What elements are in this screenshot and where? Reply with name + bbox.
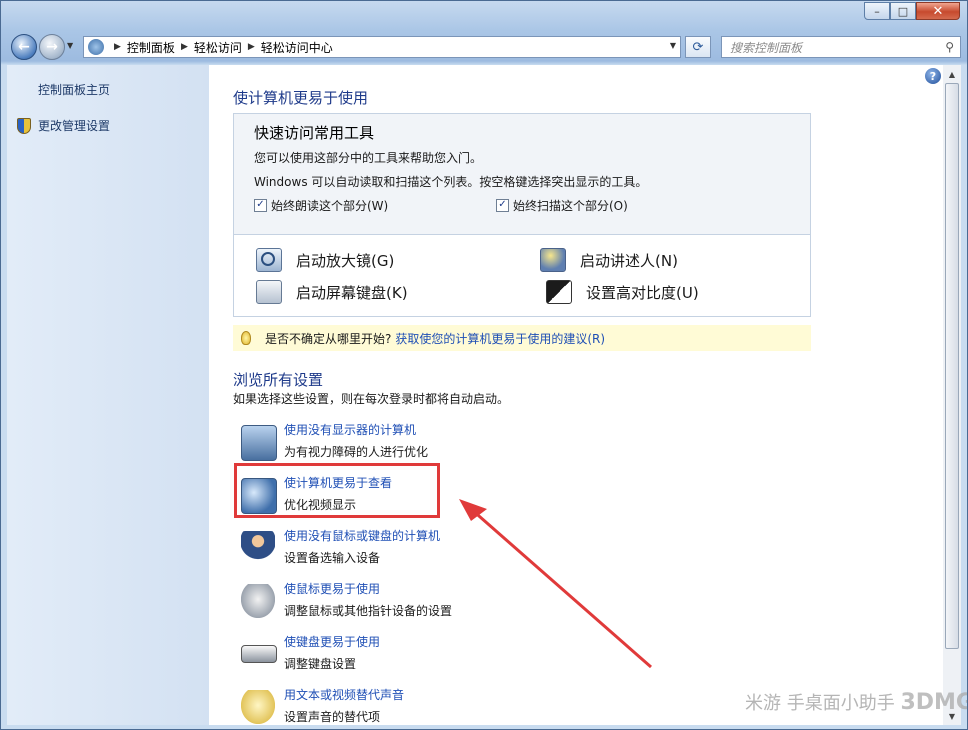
checkbox-label: 始终扫描这个部分(O) <box>513 199 628 213</box>
set-high-contrast-link[interactable]: 设置高对比度(U) <box>546 280 699 304</box>
item-description: 调整鼠标或其他指针设备的设置 <box>284 604 453 618</box>
sidebar: 控制面板主页 更改管理设置 <box>7 65 209 725</box>
search-input[interactable]: 搜索控制面板 ⚲ <box>721 36 961 58</box>
tool-label: 设置高对比度(U) <box>586 283 699 302</box>
use-without-mouse-keyboard-link[interactable]: 使用没有鼠标或键盘的计算机 <box>284 527 440 544</box>
suggestion-tip-bar: 是否不确定从哪里开始? 获取使您的计算机更易于使用的建议(R) <box>233 325 811 351</box>
tool-label: 启动屏幕键盘(K) <box>296 283 408 302</box>
checkbox-checked-icon[interactable]: ✓ <box>496 199 509 212</box>
forward-button[interactable]: → <box>39 34 65 60</box>
monitor-speech-icon[interactable] <box>241 425 277 461</box>
main-content: ? 使计算机更易于使用 快速访问常用工具 您可以使用这部分中的工具来帮助您入门。… <box>209 65 943 725</box>
navigation-bar: ← → ▼ ▶ 控制面板 ▶ 轻松访问 ▶ 轻松访问中心 ▼ ⟳ 搜索控制面板 … <box>7 33 961 61</box>
speech-bubble-icon[interactable] <box>241 690 275 724</box>
shield-icon <box>17 117 31 134</box>
watermark-brand: 3DMGAME <box>900 690 967 715</box>
breadcrumb-ease-of-access-center[interactable]: 轻松访问中心 <box>261 39 333 56</box>
keyboard-icon[interactable] <box>241 645 277 663</box>
page-title: 使计算机更易于使用 <box>233 89 369 107</box>
watermark: 米游 手桌面小助手 3DMGAME <box>745 689 967 715</box>
close-button[interactable]: ✕ <box>916 2 960 20</box>
vertical-scrollbar[interactable]: ▲ ▼ <box>943 65 961 725</box>
watermark-text: 米游 手桌面小助手 <box>745 693 895 714</box>
item-description: 为有视力障碍的人进行优化 <box>284 445 429 459</box>
red-highlight-box <box>234 463 440 518</box>
chevron-right-icon[interactable]: ▶ <box>114 42 121 52</box>
quick-access-panel: 快速访问常用工具 您可以使用这部分中的工具来帮助您入门。 Windows 可以自… <box>233 113 811 317</box>
use-without-display-link[interactable]: 使用没有显示器的计算机 <box>284 421 416 438</box>
sidebar-item-change-admin-settings[interactable]: 更改管理设置 <box>17 117 110 134</box>
high-contrast-icon <box>546 280 572 304</box>
always-read-checkbox[interactable]: ✓ 始终朗读这个部分(W) <box>254 197 388 214</box>
chevron-right-icon[interactable]: ▶ <box>248 42 255 52</box>
start-narrator-link[interactable]: 启动讲述人(N) <box>540 248 678 272</box>
start-on-screen-keyboard-link[interactable]: 启动屏幕键盘(K) <box>256 280 408 304</box>
get-recommendations-link[interactable]: 获取使您的计算机更易于使用的建议(R) <box>395 330 605 347</box>
quick-access-text: 您可以使用这部分中的工具来帮助您入门。 <box>254 151 483 165</box>
scroll-up-icon[interactable]: ▲ <box>943 65 961 83</box>
quick-access-title: 快速访问常用工具 <box>254 124 375 142</box>
lightbulb-icon <box>241 331 251 345</box>
control-panel-icon <box>88 39 104 55</box>
sidebar-item-control-panel-home[interactable]: 控制面板主页 <box>38 81 110 98</box>
back-button[interactable]: ← <box>11 34 37 60</box>
list-item: 使用没有显示器的计算机 为有视力障碍的人进行优化 <box>241 421 601 469</box>
mouse-icon[interactable] <box>241 584 275 618</box>
browse-settings-subtitle: 如果选择这些设置，则在每次登录时都将自动启动。 <box>233 392 510 406</box>
quick-access-text: Windows 可以自动读取和扫描这个列表。按空格键选择突出显示的工具。 <box>254 175 648 189</box>
make-mouse-easier-link[interactable]: 使鼠标更易于使用 <box>284 580 380 597</box>
tool-label: 启动放大镜(G) <box>296 251 395 270</box>
chevron-right-icon[interactable]: ▶ <box>181 42 188 52</box>
minimize-button[interactable]: – <box>864 2 890 20</box>
address-bar[interactable]: ▶ 控制面板 ▶ 轻松访问 ▶ 轻松访问中心 ▼ <box>83 36 681 58</box>
make-keyboard-easier-link[interactable]: 使键盘更易于使用 <box>284 633 380 650</box>
item-description: 调整键盘设置 <box>284 657 357 671</box>
item-description: 设置备选输入设备 <box>284 551 381 565</box>
keyboard-icon <box>256 280 282 304</box>
help-icon[interactable]: ? <box>925 68 941 84</box>
maximize-button[interactable]: □ <box>890 2 916 20</box>
quick-access-header: 快速访问常用工具 您可以使用这部分中的工具来帮助您入门。 Windows 可以自… <box>234 114 810 235</box>
list-item: 使键盘更易于使用 调整键盘设置 <box>241 633 601 681</box>
start-magnifier-link[interactable]: 启动放大镜(G) <box>256 248 394 272</box>
search-placeholder: 搜索控制面板 <box>730 40 803 55</box>
breadcrumb-ease-of-access[interactable]: 轻松访问 <box>194 39 242 56</box>
search-icon[interactable]: ⚲ <box>945 40 954 54</box>
checkbox-checked-icon[interactable]: ✓ <box>254 199 267 212</box>
browse-settings-title: 浏览所有设置 <box>233 371 324 389</box>
tip-question: 是否不确定从哪里开始? <box>265 331 392 346</box>
tool-label: 启动讲述人(N) <box>580 251 678 270</box>
always-scan-checkbox[interactable]: ✓ 始终扫描这个部分(O) <box>496 197 628 214</box>
control-panel-window: – □ ✕ ← → ▼ ▶ 控制面板 ▶ 轻松访问 ▶ 轻松访问中心 ▼ ⟳ 搜… <box>0 0 968 730</box>
breadcrumb-control-panel[interactable]: 控制面板 <box>127 39 175 56</box>
caption-buttons: – □ ✕ <box>864 2 960 20</box>
recent-pages-dropdown-icon[interactable]: ▼ <box>67 41 73 50</box>
refresh-button[interactable]: ⟳ <box>685 36 711 58</box>
magnifier-icon <box>256 248 282 272</box>
list-item: 用文本或视频替代声音 设置声音的替代项 <box>241 686 601 725</box>
narrator-icon <box>540 248 566 272</box>
list-item: 使鼠标更易于使用 调整鼠标或其他指针设备的设置 <box>241 580 601 628</box>
text-video-alternatives-link[interactable]: 用文本或视频替代声音 <box>284 686 404 703</box>
address-dropdown-icon[interactable]: ▼ <box>670 41 676 50</box>
item-description: 设置声音的替代项 <box>284 710 381 724</box>
checkbox-label: 始终朗读这个部分(W) <box>271 199 389 213</box>
person-icon[interactable] <box>241 531 275 565</box>
scrollbar-thumb[interactable] <box>945 83 959 649</box>
list-item: 使用没有鼠标或键盘的计算机 设置备选输入设备 <box>241 527 601 575</box>
sidebar-item-label: 更改管理设置 <box>38 119 111 133</box>
